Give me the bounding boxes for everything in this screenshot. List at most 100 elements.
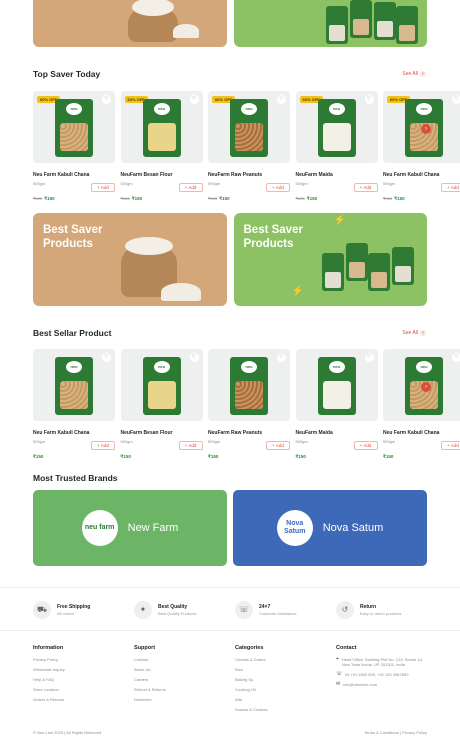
product-name[interactable]: NeuFarm Besan Flour [121, 172, 203, 178]
product-name[interactable]: NeuFarm Maida [296, 172, 378, 178]
brand-card-nova-satum[interactable]: Nova Satum Nova Satum [233, 490, 427, 566]
product-card[interactable]: 60% OFF ♡ neu NeuFarm Maida 500gm ₹400 ₹150 + A… [295, 91, 378, 201]
brand-card-new-farm[interactable]: neu farm New Farm [33, 490, 227, 566]
product-card[interactable]: 60% OFF ♡ neu NeuFarm Besan Flour 500gm ₹400 ₹… [120, 91, 203, 201]
footer-link[interactable]: Atta [235, 697, 267, 702]
price-row: ₹150 + Add [296, 441, 378, 459]
footer-link[interactable]: Store Location [33, 687, 65, 692]
rice-pile-image [173, 24, 199, 38]
heart-icon[interactable]: ♡ [452, 95, 460, 104]
add-to-cart-button[interactable]: + Add [91, 441, 115, 450]
see-all-link[interactable]: See All › [402, 71, 426, 77]
footer-link[interactable]: Refund & Returns [134, 687, 166, 692]
footer-link[interactable]: Cereals & Grains [235, 657, 267, 662]
product-card[interactable]: ♡ neu Neu Farm Kabuli Chana 500gm ₹150 + Add [383, 349, 460, 459]
price-row: ₹400 ₹150 + Add [208, 183, 290, 201]
old-price: ₹400 [383, 196, 393, 201]
promo-banner-best-saver-left[interactable]: Best Saver Products [33, 213, 227, 306]
add-to-cart-button[interactable]: + Add [266, 441, 290, 450]
product-card[interactable]: ♡ neu NeuFarm Maida 500gm ₹150 + Add [295, 349, 378, 459]
product-image-box[interactable]: ♡ neu [208, 349, 290, 421]
add-to-cart-button[interactable]: + Add [91, 183, 115, 192]
current-price: ₹150 [219, 196, 230, 201]
footer-link[interactable]: Deliveries [134, 697, 166, 702]
price-row: ₹400 ₹150 + Add [296, 183, 378, 201]
price-row: ₹400 ₹150 + Add [383, 183, 460, 201]
add-to-cart-button[interactable]: + Add [178, 183, 203, 192]
feature-title: Best Quality [158, 604, 188, 610]
heart-icon[interactable]: ♡ [102, 95, 111, 104]
product-image-box[interactable]: 60% OFF ♡ neu [120, 91, 203, 163]
feature-item: ↺ Return Easy to return products [336, 601, 401, 619]
product-name[interactable]: Neu Farm Kabuli Chana [383, 430, 460, 436]
footer-link[interactable]: Wholesale Inquiry [33, 667, 65, 672]
product-card[interactable]: 60% OFF ♡ neu Neu Farm Kabuli Chana 500gm ₹40… [383, 91, 460, 201]
product-card[interactable]: ♡ neu NeuFarm Raw Peanuts 500gm ₹150 + Add [208, 349, 290, 459]
location-pin-icon: ⌖ [336, 656, 339, 662]
add-to-cart-button[interactable]: + Add [441, 441, 460, 450]
footer-link[interactable]: Snacks & Cookies [235, 707, 267, 712]
rice-sack-image [128, 0, 178, 42]
add-to-cart-button[interactable]: + Add [266, 183, 290, 192]
see-all-label: See All [402, 330, 418, 336]
product-name[interactable]: NeuFarm Maida [296, 430, 378, 436]
product-image-box[interactable]: 60% OFF ♡ neu [295, 91, 378, 163]
footer-link[interactable]: Cooking Oil [235, 687, 267, 692]
footer-link[interactable]: Orders & Returns [33, 697, 65, 702]
product-name[interactable]: NeuFarm Raw Peanuts [208, 172, 290, 178]
pack-image [325, 6, 348, 44]
brand-name: New Farm [127, 522, 179, 534]
carousel-next-button[interactable]: › [421, 382, 431, 392]
add-to-cart-button[interactable]: + Add [353, 183, 378, 192]
product-name[interactable]: Neu Farm Kabuli Chana [33, 430, 115, 436]
heart-icon[interactable]: ♡ [364, 353, 374, 362]
product-image-box[interactable]: 60% OFF ♡ neu [33, 91, 115, 163]
heart-icon[interactable]: ♡ [452, 353, 460, 362]
footer-link[interactable]: Privacy Policy [33, 657, 65, 662]
product-name[interactable]: Neu Farm Kabuli Chana [33, 172, 115, 178]
product-image-box[interactable]: 60% OFF ♡ neu [208, 91, 290, 163]
carousel-next-button[interactable]: › [421, 124, 431, 134]
promo-banner-packs[interactable] [233, 0, 427, 47]
arrow-right-icon: › [420, 71, 426, 77]
add-to-cart-button[interactable]: + Add [441, 183, 460, 192]
product-name[interactable]: NeuFarm Raw Peanuts [208, 430, 290, 436]
add-to-cart-button[interactable]: + Add [178, 441, 203, 450]
footer-link[interactable]: Help & FAQ [33, 677, 65, 682]
footer-link[interactable]: Careers [134, 677, 166, 682]
promo-banner-rice[interactable] [33, 0, 227, 47]
heart-icon[interactable]: ♡ [189, 95, 199, 104]
heart-icon[interactable]: ♡ [364, 95, 374, 104]
product-name[interactable]: Neu Farm Kabuli Chana [383, 172, 460, 178]
product-card[interactable]: ♡ neu Neu Farm Kabuli Chana 500gm ₹150 + Add [33, 349, 115, 459]
legal-links[interactable]: Terms & Conditions | Privacy Policy [364, 730, 427, 735]
heart-icon[interactable]: ♡ [102, 353, 111, 362]
add-to-cart-button[interactable]: + Add [353, 441, 378, 450]
footer-link[interactable]: Contact [134, 657, 166, 662]
current-price: ₹150 [120, 454, 131, 459]
old-price: ₹400 [295, 196, 305, 201]
contact-phone[interactable]: ☏ IN +91 1800 000, +91 120 4567890 [336, 672, 426, 678]
brand-logo-mini: neu [153, 361, 170, 373]
footer-link[interactable]: Baking Sp. [235, 677, 267, 682]
heart-icon[interactable]: ♡ [277, 353, 286, 362]
brand-logo-mini: neu [416, 361, 432, 373]
see-all-link[interactable]: See All › [402, 330, 426, 336]
footer-link[interactable]: Rice [235, 667, 267, 672]
promo-banner-best-saver-right[interactable]: Best Saver Products ⚡ ⚡ [233, 213, 427, 306]
product-card[interactable]: 60% OFF ♡ neu Neu Farm Kabuli Chana 500gm ₹40… [33, 91, 115, 201]
footer-link[interactable]: About Us [134, 667, 166, 672]
product-image-box[interactable]: ♡ neu [120, 349, 203, 421]
pack-image [373, 2, 396, 40]
heart-icon[interactable]: ♡ [189, 353, 199, 362]
current-price: ₹150 [33, 454, 44, 459]
rice-pile-image [161, 283, 201, 301]
heart-icon[interactable]: ♡ [277, 95, 286, 104]
product-image-box[interactable]: ♡ neu [33, 349, 115, 421]
product-image-box[interactable]: ♡ neu [295, 349, 378, 421]
product-card[interactable]: ♡ neu NeuFarm Besan Flour 500gm ₹150 + Add [120, 349, 203, 459]
product-name[interactable]: NeuFarm Besan Flour [121, 430, 203, 436]
product-card[interactable]: 60% OFF ♡ neu NeuFarm Raw Peanuts 500gm ₹400 ₹… [208, 91, 290, 201]
current-price: ₹150 [295, 454, 306, 459]
contact-email[interactable]: ✉ info@neufarm.com [336, 682, 426, 688]
